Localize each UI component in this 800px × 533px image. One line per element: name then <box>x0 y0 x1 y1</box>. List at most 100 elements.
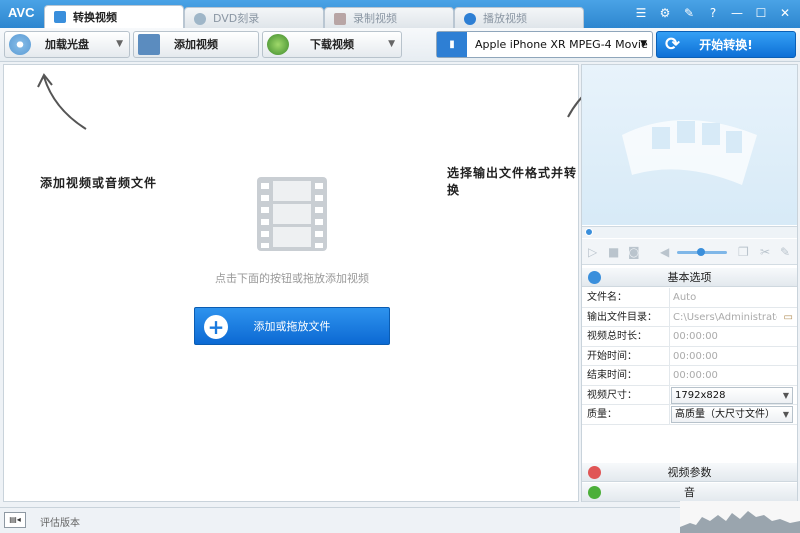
chevron-down-icon[interactable]: ▼ <box>116 32 123 57</box>
seek-handle[interactable] <box>585 228 593 236</box>
chevron-down-icon[interactable]: ▼ <box>388 32 395 57</box>
refresh-icon: ⟳ <box>665 34 681 55</box>
camera-icon[interactable]: ◙ <box>628 239 640 265</box>
playback-controls: ▷ ■ ◙ ◀ ❐ ✂ ✎ <box>582 239 797 265</box>
tab-label: 播放视频 <box>483 12 527 25</box>
option-key: 输出文件目录： <box>587 311 657 323</box>
option-row-video-size: 视频尺寸： 1792x828 ▼ <box>582 385 797 405</box>
option-row-filename: 文件名： Auto <box>582 288 797 308</box>
basic-options-header[interactable]: 基本选项 <box>582 268 797 287</box>
add-disc-label: 加载光盘 <box>45 38 89 51</box>
tab-label: DVD刻录 <box>213 12 260 25</box>
chevron-down-icon[interactable]: ▼ <box>640 32 647 57</box>
tab-convert-video[interactable]: 转换视频 <box>44 5 184 28</box>
video-params-header[interactable]: 视频参数 <box>582 463 797 482</box>
disc-add-icon <box>9 34 31 55</box>
title-bar: AVC 转换视频 DVD刻录 录制视频 播放视频 ☰ ⚙ ✎ ? — ☐ ✕ <box>0 0 800 28</box>
tab-record-video[interactable]: 录制视频 <box>324 7 454 28</box>
option-key: 结束时间： <box>587 370 637 381</box>
scissors-icon[interactable]: ✂ <box>760 239 770 265</box>
options-icon <box>588 271 601 284</box>
arrow-up-left-icon <box>37 73 87 130</box>
basic-options-label: 基本选项 <box>667 271 712 284</box>
start-convert-button[interactable]: ⟳ 开始转换! <box>656 31 796 58</box>
help-icon[interactable]: ? <box>706 6 720 20</box>
end-time-field[interactable]: 00:00:00 <box>673 366 773 385</box>
add-video-label: 添加视频 <box>174 38 218 51</box>
minimize-icon[interactable]: — <box>730 6 744 20</box>
output-profile-select[interactable]: ▮ Apple iPhone XR MPEG-4 Movie (*.m... ▼ <box>436 31 653 76</box>
quality-value: 高质量（大尺寸文件） <box>675 409 775 420</box>
volume-handle[interactable] <box>697 248 705 256</box>
filename-field[interactable]: Auto <box>673 288 773 307</box>
app-logo: AVC <box>8 5 35 20</box>
option-key: 开始时间： <box>587 350 637 362</box>
waveform-icon <box>680 511 800 533</box>
add-files-button[interactable]: + 添加或拖放文件 <box>194 307 390 345</box>
stop-icon[interactable]: ■ <box>608 239 619 265</box>
audio-params-header[interactable]: 音 <box>582 483 797 502</box>
option-row-quality: 质量： 高质量（大尺寸文件） ▼ <box>582 405 797 425</box>
drop-area[interactable]: 添加视频或音频文件 选择输出文件格式并转换 点击下面的按钮或拖放添加视频 + 添… <box>3 64 628 502</box>
add-video-button[interactable]: 添加视频 <box>133 31 259 58</box>
volume-slider[interactable] <box>677 248 727 256</box>
add-disc-button[interactable]: 加载光盘 ▼ <box>4 31 130 58</box>
volume-icon[interactable]: ◀ <box>660 239 669 265</box>
copy-icon[interactable]: ❐ <box>738 239 749 265</box>
phone-icon: ▮ <box>437 32 467 57</box>
output-format-hint: 选择输出文件格式并转换 <box>447 166 578 197</box>
duration-field: 00:00:00 <box>673 331 718 342</box>
option-key: 文件名： <box>587 292 627 303</box>
globe-icon <box>267 34 289 55</box>
video-params-label: 视频参数 <box>667 466 712 479</box>
close-icon[interactable]: ✕ <box>778 6 792 20</box>
disc-icon <box>194 13 206 25</box>
video-size-select[interactable]: 1792x828 ▼ <box>671 386 793 404</box>
option-row-end-time: 结束时间： 00:00:00 <box>582 366 797 386</box>
start-label: 开始转换! <box>699 38 753 52</box>
maximize-icon[interactable]: ☐ <box>754 6 768 20</box>
tab-label: 录制视频 <box>353 12 397 25</box>
tab-dvd-burn[interactable]: DVD刻录 <box>184 7 324 28</box>
toolbar: 加载光盘 ▼ 添加视频 下载视频 ▼ ▮ Apple iPhone XR MPE… <box>0 28 800 76</box>
tab-play-video[interactable]: 播放视频 <box>454 7 584 28</box>
add-video-hint: 添加视频或音频文件 <box>40 176 158 190</box>
record-icon <box>334 13 346 25</box>
watermark-overlay <box>680 501 800 533</box>
menu-icon[interactable]: ☰ <box>634 6 648 20</box>
tab-label: 转换视频 <box>73 11 117 24</box>
right-panel: ▷ ■ ◙ ◀ ❐ ✂ ✎ 基本选项 文件名： Auto 输出文件目录： C:\… <box>581 64 798 502</box>
download-video-label: 下载视频 <box>310 38 354 51</box>
plus-icon: + <box>204 315 228 339</box>
video-preview <box>582 65 797 225</box>
option-key: 视频总时长： <box>587 331 647 342</box>
audio-params-icon <box>588 486 601 499</box>
output-dir-field[interactable]: C:\Users\Administrator... <box>673 308 777 327</box>
film-add-icon <box>138 34 160 55</box>
convert-icon <box>54 11 66 23</box>
chevron-down-icon: ▼ <box>782 390 789 400</box>
folder-icon[interactable]: ▭ <box>784 308 793 327</box>
play-icon <box>464 13 476 25</box>
status-text: 评估版本 <box>40 518 80 529</box>
film-strip-icon <box>257 177 327 251</box>
seek-bar[interactable] <box>582 226 797 238</box>
option-row-duration: 视频总时长： 00:00:00 <box>582 327 797 347</box>
wrench-icon[interactable]: ✎ <box>780 239 790 265</box>
window-controls: ☰ ⚙ ✎ ? — ☐ ✕ <box>634 6 792 20</box>
add-files-label: 添加或拖放文件 <box>253 320 331 333</box>
download-video-button[interactable]: 下载视频 ▼ <box>262 31 402 58</box>
option-key: 视频尺寸： <box>587 389 637 401</box>
start-time-field[interactable]: 00:00:00 <box>673 347 773 366</box>
play-icon[interactable]: ▷ <box>588 239 597 265</box>
empty-hint: 点击下面的按钮或拖放添加视频 <box>215 272 369 285</box>
quality-select[interactable]: 高质量（大尺寸文件） ▼ <box>671 406 793 423</box>
gear-icon[interactable]: ⚙ <box>658 6 672 20</box>
option-key: 质量： <box>587 409 617 420</box>
panel-toggle-button[interactable]: ▤◂ <box>4 512 26 528</box>
video-params-icon <box>588 466 601 479</box>
tools-icon[interactable]: ✎ <box>682 6 696 20</box>
video-size-value: 1792x828 <box>675 389 726 401</box>
film-reel-icon <box>622 120 757 185</box>
option-row-start-time: 开始时间： 00:00:00 <box>582 346 797 366</box>
